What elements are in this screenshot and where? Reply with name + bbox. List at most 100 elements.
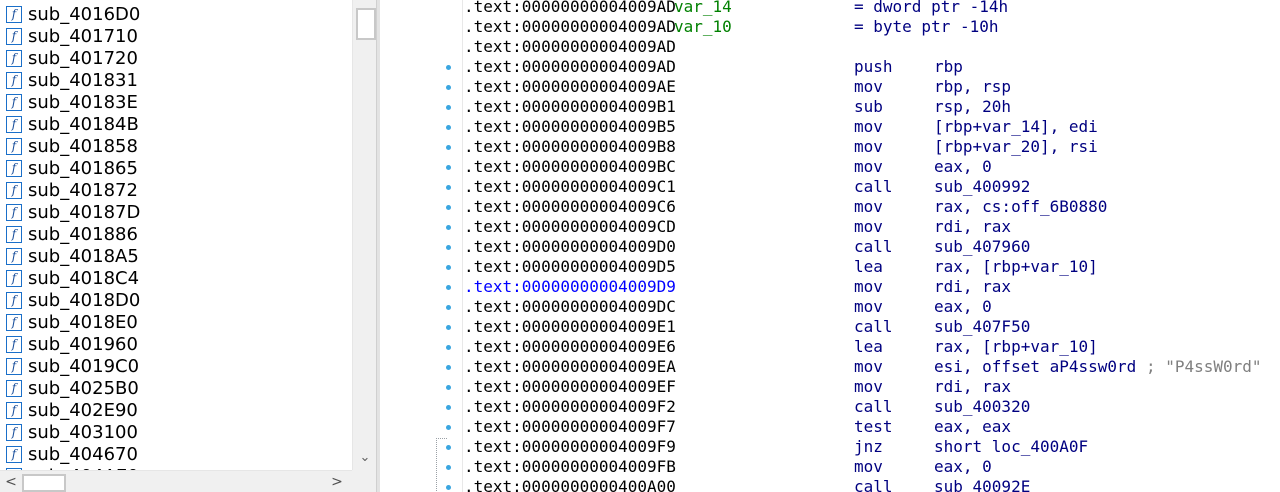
disassembly-line[interactable]: .text:00000000004009B8 mov [rbp+var_20], r… <box>464 137 1098 157</box>
function-list-item[interactable]: f sub_4018D0 <box>0 289 350 311</box>
function-list-item[interactable]: f sub_4018C4 <box>0 267 350 289</box>
function-name: sub_40184B <box>28 113 139 135</box>
line-address: .text:00000000004009AD <box>464 37 676 56</box>
function-list-item[interactable]: f sub_402E90 <box>0 399 350 421</box>
function-list-item[interactable]: f sub_401710 <box>0 25 350 47</box>
function-icon: f <box>6 5 22 23</box>
instruction-operands: rax, [rbp+var_10] <box>934 337 1098 356</box>
instruction-mnemonic: mov <box>854 297 883 316</box>
disassembly-line[interactable]: .text:00000000004009C1 call sub_400992 <box>464 177 1030 197</box>
function-list-item[interactable]: f sub_401858 <box>0 135 350 157</box>
flow-bullet <box>446 345 451 350</box>
flow-bullet <box>446 485 451 490</box>
function-name: sub_4018A5 <box>28 245 139 267</box>
disassembly-line[interactable]: .text:00000000004009D5 lea rax, [rbp+var_1… <box>464 257 1098 277</box>
function-list-item[interactable]: f sub_4019C0 <box>0 355 350 377</box>
scroll-down-icon[interactable]: ⌄ <box>357 450 373 466</box>
function-name: sub_4018E0 <box>28 311 138 333</box>
line-address: .text:00000000004009AE <box>464 77 676 96</box>
function-name: sub_402E90 <box>28 399 138 421</box>
disassembly-line[interactable]: .text:00000000004009F2 call sub_400320 <box>464 397 1030 417</box>
function-name: sub_401960 <box>28 333 138 355</box>
line-address: .text:00000000004009AD <box>464 17 676 36</box>
function-list-item[interactable]: f sub_404670 <box>0 443 350 465</box>
function-list-item[interactable]: f sub_401960 <box>0 333 350 355</box>
vertical-scroll-thumb[interactable] <box>356 8 376 40</box>
disassembly-line[interactable]: .text:0000000000400A00 call sub_40092E <box>464 477 1030 492</box>
function-list-item[interactable]: f sub_401831 <box>0 69 350 91</box>
disassembly-view[interactable]: .text:00000000004009AD var_14 = dword ptr … <box>380 0 1280 492</box>
function-list-item[interactable]: f sub_403100 <box>0 421 350 443</box>
function-icon: f <box>6 93 22 111</box>
stack-var-definition: = dword ptr -14h <box>854 0 1009 16</box>
disassembly-line[interactable]: .text:00000000004009B1 sub rsp, 20h <box>464 97 1011 117</box>
function-list-item[interactable]: f sub_401865 <box>0 157 350 179</box>
scrollbar-corner <box>352 470 376 492</box>
flow-bullet <box>446 205 451 210</box>
disassembly-line[interactable]: .text:00000000004009D9 mov rdi, rax <box>464 277 1011 297</box>
function-list-item[interactable]: f sub_40184B <box>0 113 350 135</box>
instruction-operands: sub_407960 <box>934 237 1031 256</box>
instruction-operands: eax, 0 <box>934 297 992 316</box>
function-name: sub_403100 <box>28 421 138 443</box>
disassembly-header-line[interactable]: .text:00000000004009AD <box>464 37 676 57</box>
disassembly-line[interactable]: .text:00000000004009D0 call sub_407960 <box>464 237 1030 257</box>
instruction-operands: sub_400320 <box>934 397 1031 416</box>
line-address: .text:00000000004009AD <box>464 0 676 16</box>
function-list-item[interactable]: f sub_4018A5 <box>0 245 350 267</box>
disassembly-line[interactable]: .text:00000000004009E1 call sub_407F50 <box>464 317 1030 337</box>
function-name: sub_40187D <box>28 201 141 223</box>
function-list-item[interactable]: f sub_401886 <box>0 223 350 245</box>
disassembly-line[interactable]: .text:00000000004009AD push rbp <box>464 57 963 77</box>
gutter-divider <box>462 0 463 492</box>
function-list-vertical-scrollbar[interactable]: ⌄ <box>352 0 376 470</box>
disassembly-line[interactable]: .text:00000000004009EF mov rdi, rax <box>464 377 1011 397</box>
disassembly-line[interactable]: .text:00000000004009BC mov eax, 0 <box>464 157 992 177</box>
disassembly-header-line[interactable]: .text:00000000004009AD var_14 = dword ptr … <box>464 0 1008 17</box>
function-icon: f <box>6 357 22 375</box>
disassembly-line[interactable]: .text:00000000004009DC mov eax, 0 <box>464 297 992 317</box>
scroll-right-icon[interactable]: > <box>328 473 346 491</box>
function-list-horizontal-scrollbar[interactable]: < > <box>0 470 352 492</box>
disassembly-line[interactable]: .text:00000000004009EA mov esi, offset aP4… <box>464 357 1262 377</box>
line-address: .text:00000000004009D5 <box>464 257 676 276</box>
disassembly-line[interactable]: .text:00000000004009B5 mov [rbp+var_14], e… <box>464 117 1098 137</box>
function-name: sub_4016D0 <box>28 3 141 25</box>
function-list-item[interactable]: f sub_40183E <box>0 91 350 113</box>
function-name: sub_401710 <box>28 25 138 47</box>
function-list-item[interactable]: f sub_40187D <box>0 201 350 223</box>
function-name: sub_4018D0 <box>28 289 141 311</box>
function-list-item[interactable]: f sub_401872 <box>0 179 350 201</box>
disassembly-line[interactable]: .text:00000000004009F7 test eax, eax <box>464 417 1011 437</box>
stack-var-label: var_10 <box>674 17 732 36</box>
function-icon: f <box>6 291 22 309</box>
disassembly-line[interactable]: .text:00000000004009C6 mov rax, cs:off_6B0… <box>464 197 1107 217</box>
function-name: sub_401720 <box>28 47 138 69</box>
function-icon: f <box>6 247 22 265</box>
disassembly-line[interactable]: .text:00000000004009E6 lea rax, [rbp+var_1… <box>464 337 1098 357</box>
line-address: .text:00000000004009B8 <box>464 137 676 156</box>
function-icon: f <box>6 27 22 45</box>
instruction-mnemonic: mov <box>854 137 883 156</box>
instruction-mnemonic: mov <box>854 377 883 396</box>
instruction-operands: rax, cs:off_6B0880 <box>934 197 1108 216</box>
function-icon: f <box>6 401 22 419</box>
instruction-mnemonic: mov <box>854 77 883 96</box>
disassembly-line[interactable]: .text:00000000004009AE mov rbp, rsp <box>464 77 1011 97</box>
function-list-item[interactable]: f sub_4018E0 <box>0 311 350 333</box>
function-list-item[interactable]: f sub_4025B0 <box>0 377 350 399</box>
function-list-item[interactable]: f sub_401720 <box>0 47 350 69</box>
flow-bullet <box>446 325 451 330</box>
function-list-item[interactable]: f sub_4016D0 <box>0 3 350 25</box>
scroll-left-icon[interactable]: < <box>2 473 20 491</box>
disassembly-line[interactable]: .text:00000000004009FB mov eax, 0 <box>464 457 992 477</box>
line-address: .text:00000000004009FB <box>464 457 676 476</box>
horizontal-scroll-thumb[interactable] <box>22 474 66 492</box>
instruction-operands: rdi, rax <box>934 217 1012 236</box>
instruction-operands: sub_400992 <box>934 177 1031 196</box>
disassembly-header-line[interactable]: .text:00000000004009AD var_10 = byte ptr -… <box>464 17 999 37</box>
disassembly-line[interactable]: .text:00000000004009CD mov rdi, rax <box>464 217 1011 237</box>
instruction-mnemonic: call <box>854 177 893 196</box>
disassembly-line[interactable]: .text:00000000004009F9 jnz short loc_400A0… <box>464 437 1088 457</box>
function-name: sub_40183E <box>28 91 138 113</box>
